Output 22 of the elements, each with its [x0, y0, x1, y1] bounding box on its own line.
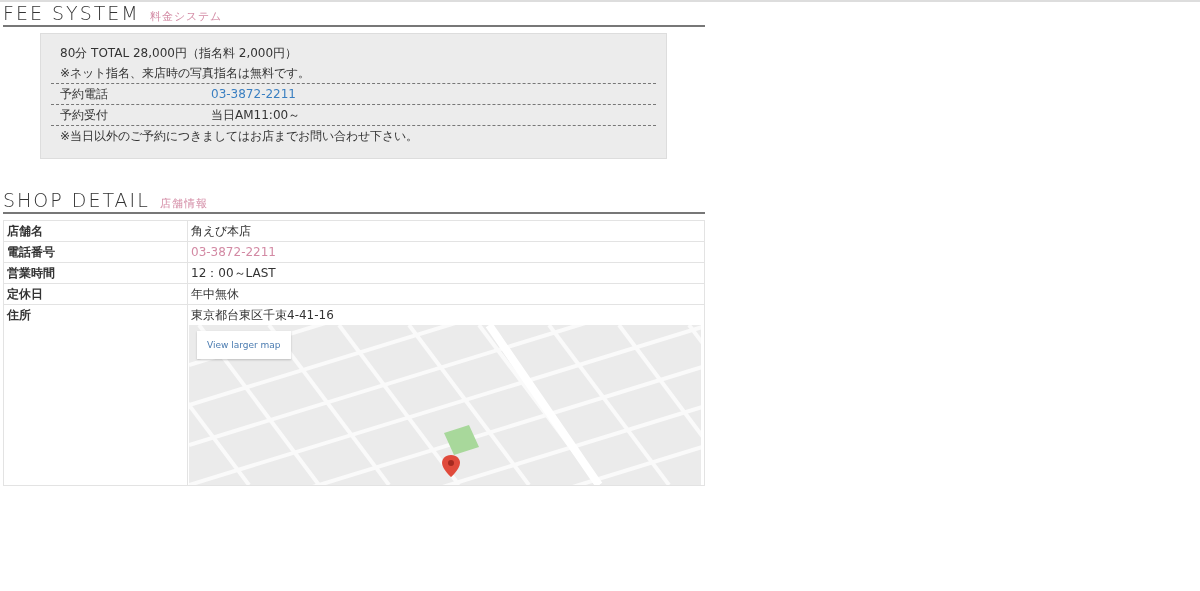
- fee-note: ※ネット指名、来店時の写真指名は無料です。: [59, 65, 312, 82]
- section-subtitle: 店舗情報: [159, 196, 208, 211]
- fee-note: ※当日以外のご予約につきましてはお店までお問い合わせ下さい。: [59, 128, 420, 145]
- phone-link[interactable]: 03-3872-2211: [191, 245, 276, 259]
- field-value: 12：00～LAST: [191, 266, 276, 280]
- fee-note: 80分 TOTAL 28,000円（指名料 2,000円）: [59, 45, 299, 62]
- field-value: 年中無休: [191, 287, 239, 301]
- table-cell: 定休日: [4, 284, 188, 304]
- table-cell: 営業時間: [4, 263, 188, 283]
- table-cell: 店舗名: [4, 221, 188, 241]
- table-cell: 住所: [4, 305, 188, 485]
- table-cell: 電話番号: [4, 242, 188, 262]
- field-value: 東京都台東区千束4-41-16: [191, 308, 334, 322]
- field-label: 予約電話: [60, 86, 109, 103]
- view-larger-map-link[interactable]: View larger map: [197, 331, 291, 359]
- field-value: 当日AM11:00～: [211, 108, 301, 122]
- section-title: FEE SYSTEM: [3, 2, 140, 24]
- phone-link[interactable]: 03-3872-2211: [211, 87, 296, 101]
- section-title: SHOP DETAIL: [3, 189, 150, 211]
- field-value: 角えび本店: [191, 224, 251, 238]
- section-subtitle: 料金システム: [149, 9, 222, 24]
- field-label: 予約受付: [60, 107, 109, 124]
